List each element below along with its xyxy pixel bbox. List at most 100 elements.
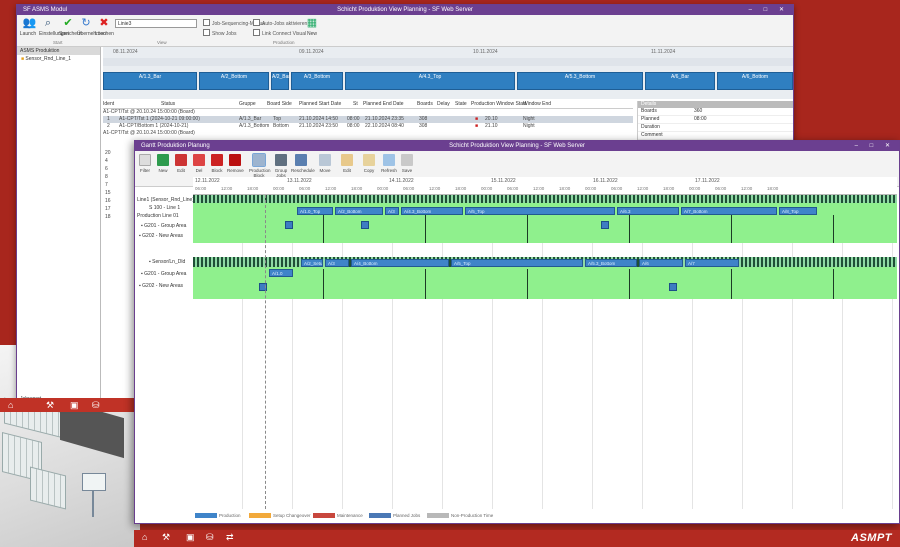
job-bar[interactable]: A/6.3	[617, 207, 679, 215]
shift-line	[527, 215, 528, 243]
lane-label[interactable]: ▪ Sensor/Ln_Dld	[149, 259, 185, 265]
launch-button[interactable]: 👥 Launch	[19, 18, 37, 38]
gantt-date: 11.11.2024	[651, 49, 676, 55]
auto-jobs-checkbox[interactable]: Auto-Jobs aktivieren	[253, 19, 307, 27]
window-title-center: Schicht Produktion View Planning - SF We…	[337, 7, 473, 13]
group-jobs-button[interactable]: Group Jobs	[273, 154, 289, 178]
lane-label[interactable]: S 100 - Line 1	[149, 205, 180, 211]
ribbon-group-start: Start	[53, 40, 63, 45]
job-bar[interactable]: A/3	[325, 259, 349, 267]
tree-header: ASMS Produktion	[17, 47, 100, 55]
refresh-button[interactable]: Refresh	[381, 154, 397, 173]
job-bar[interactable]: A/2_Setup	[301, 259, 323, 267]
gantt-bar[interactable]: A/2_Bottom	[199, 72, 269, 90]
availability-lane	[193, 195, 897, 203]
lane-label[interactable]: ▪ G201 - Group Area	[141, 223, 186, 229]
save-button[interactable]: ✔ Speichern	[59, 17, 82, 38]
job-bar[interactable]: A/1.0_Top	[297, 207, 333, 215]
database-icon[interactable]: ⛁	[92, 400, 100, 411]
link-connect-checkbox[interactable]: Link Connect Visual	[253, 29, 306, 37]
job-bar[interactable]: A/7	[685, 259, 739, 267]
details-row[interactable]: Planned 08:00	[638, 116, 793, 124]
remove-button[interactable]: Remove	[227, 154, 244, 173]
new-button[interactable]: New	[155, 154, 171, 173]
database-icon[interactable]: ⛁	[206, 532, 214, 543]
close-icon: ✖	[99, 17, 109, 29]
table-group-row[interactable]: A1-CPT/Tst @ 20.10.24 15:00:00 (Board)	[103, 130, 633, 137]
setup-marker[interactable]	[669, 283, 677, 291]
timeline-date: 15.11.2022	[491, 178, 516, 184]
camera-icon[interactable]: ▣	[186, 532, 195, 543]
job-bar[interactable]: A/4.3_Bottom	[401, 207, 463, 215]
home-icon[interactable]: ⌂	[8, 400, 13, 410]
pencil-icon	[341, 154, 353, 166]
job-bar[interactable]: A/5_Top	[451, 259, 583, 267]
new-button[interactable]: ▦ New	[303, 18, 321, 38]
edit-icon	[175, 154, 187, 166]
shift-line	[833, 215, 834, 243]
setup-marker[interactable]	[361, 221, 369, 229]
copy-button[interactable]: Copy	[361, 154, 377, 173]
home-icon[interactable]: ⌂	[142, 532, 147, 542]
gantt-bar[interactable]: A/6_Bar	[645, 72, 715, 90]
gantt-bar[interactable]: A/2_Bar	[271, 72, 290, 90]
job-bar[interactable]: A/8_Top	[779, 207, 817, 215]
block-button[interactable]: Block	[209, 154, 225, 173]
table-header: Ident Status Gruppe Board Side Planned S…	[103, 101, 633, 109]
lane-label[interactable]: ▪ G202 - New Areas	[139, 233, 183, 239]
share-icon[interactable]: ⇄	[226, 532, 234, 543]
timeline-date: 17.11.2022	[695, 178, 720, 184]
window-controls[interactable]: ‒ □ ✕	[855, 141, 895, 151]
table-row[interactable]: 1 A1-CPT/Tst 1 (2024-10-21 09:00:00) A/1…	[103, 116, 633, 123]
job-bar[interactable]: A/1.0	[269, 269, 293, 277]
pencil-edit-button[interactable]: Edit	[339, 154, 355, 173]
gantt-bar[interactable]: A/6_Bottom	[717, 72, 793, 90]
job-bar[interactable]: A/2_Bottom	[335, 207, 383, 215]
save-button[interactable]: Save	[399, 154, 415, 173]
lane-label[interactable]: ▪ G202 - New Areas	[139, 283, 183, 289]
job-bar[interactable]: A/3	[385, 207, 399, 215]
shift-line	[323, 269, 324, 299]
lane-label[interactable]: ▪ G201 - Group Area	[141, 271, 186, 277]
setup-marker[interactable]	[601, 221, 609, 229]
current-time-line	[265, 195, 266, 509]
lane-label[interactable]: Production Line 01	[137, 213, 179, 219]
filter-button[interactable]: Filter	[137, 154, 153, 173]
move-button[interactable]: Move	[317, 154, 333, 173]
line-select[interactable]: Linie3	[115, 19, 197, 28]
details-row[interactable]: Comment	[638, 132, 793, 140]
robot-arm-icon[interactable]: ⚒	[162, 532, 170, 543]
table-group-row[interactable]: A1-CPT/Tst @ 20.10.24 15:00:00 (Board)	[103, 109, 633, 116]
gantt-bar[interactable]: A/3_Bottom	[291, 72, 343, 90]
job-bar[interactable]: A/5_Top	[465, 207, 615, 215]
gantt-bar[interactable]: A/4.3_Top	[345, 72, 515, 90]
production-block-button[interactable]: Production Block	[249, 153, 271, 178]
job-bar[interactable]: A/4_Bottom	[351, 259, 449, 267]
delete-button[interactable]: ✖ Löschen	[95, 17, 114, 38]
legend-item: Planned Jobs	[369, 513, 420, 518]
setup-marker[interactable]	[285, 221, 293, 229]
window-controls[interactable]: ‒ □ ✕	[749, 5, 789, 15]
gantt-bar[interactable]: A/5.3_Bottom	[517, 72, 643, 90]
table-row[interactable]: 2 A1-CPT/Bottom 1 (2024-10-21) A/1.3_Bot…	[103, 123, 633, 130]
legend-item: Production	[195, 513, 241, 518]
job-bar[interactable]: A/5.3_Bottom	[585, 259, 637, 267]
gantt-bar[interactable]: A/1.3_Bar	[103, 72, 197, 90]
camera-icon[interactable]: ▣	[70, 400, 79, 411]
show-jobs-checkbox[interactable]: Show Jobs	[203, 29, 236, 37]
reschedule-button[interactable]: Reschedule	[291, 154, 315, 173]
check-icon: ✔	[63, 17, 73, 29]
tree-node-line[interactable]: ■ Sensor_Rnd_Line_1	[17, 55, 100, 64]
lane-label[interactable]: Line1 (Sensor_Rnd_Line)	[137, 197, 194, 203]
apply-button[interactable]: ↻ Übernehmen	[77, 18, 106, 38]
job-bar[interactable]: A/6	[639, 259, 683, 267]
job-bar[interactable]: A/7_Bottom	[681, 207, 777, 215]
grid-icon	[401, 154, 413, 166]
timeline-date: 14.11.2022	[389, 178, 414, 184]
robot-arm-icon[interactable]: ⚒	[46, 400, 54, 411]
edit-button[interactable]: Edit	[173, 154, 189, 173]
details-row[interactable]: Duration	[638, 124, 793, 132]
delete-button[interactable]: Del	[191, 154, 207, 173]
settings-button[interactable]: ⌕ Einstellungen	[39, 18, 69, 38]
details-row[interactable]: Boards 360	[638, 108, 793, 116]
